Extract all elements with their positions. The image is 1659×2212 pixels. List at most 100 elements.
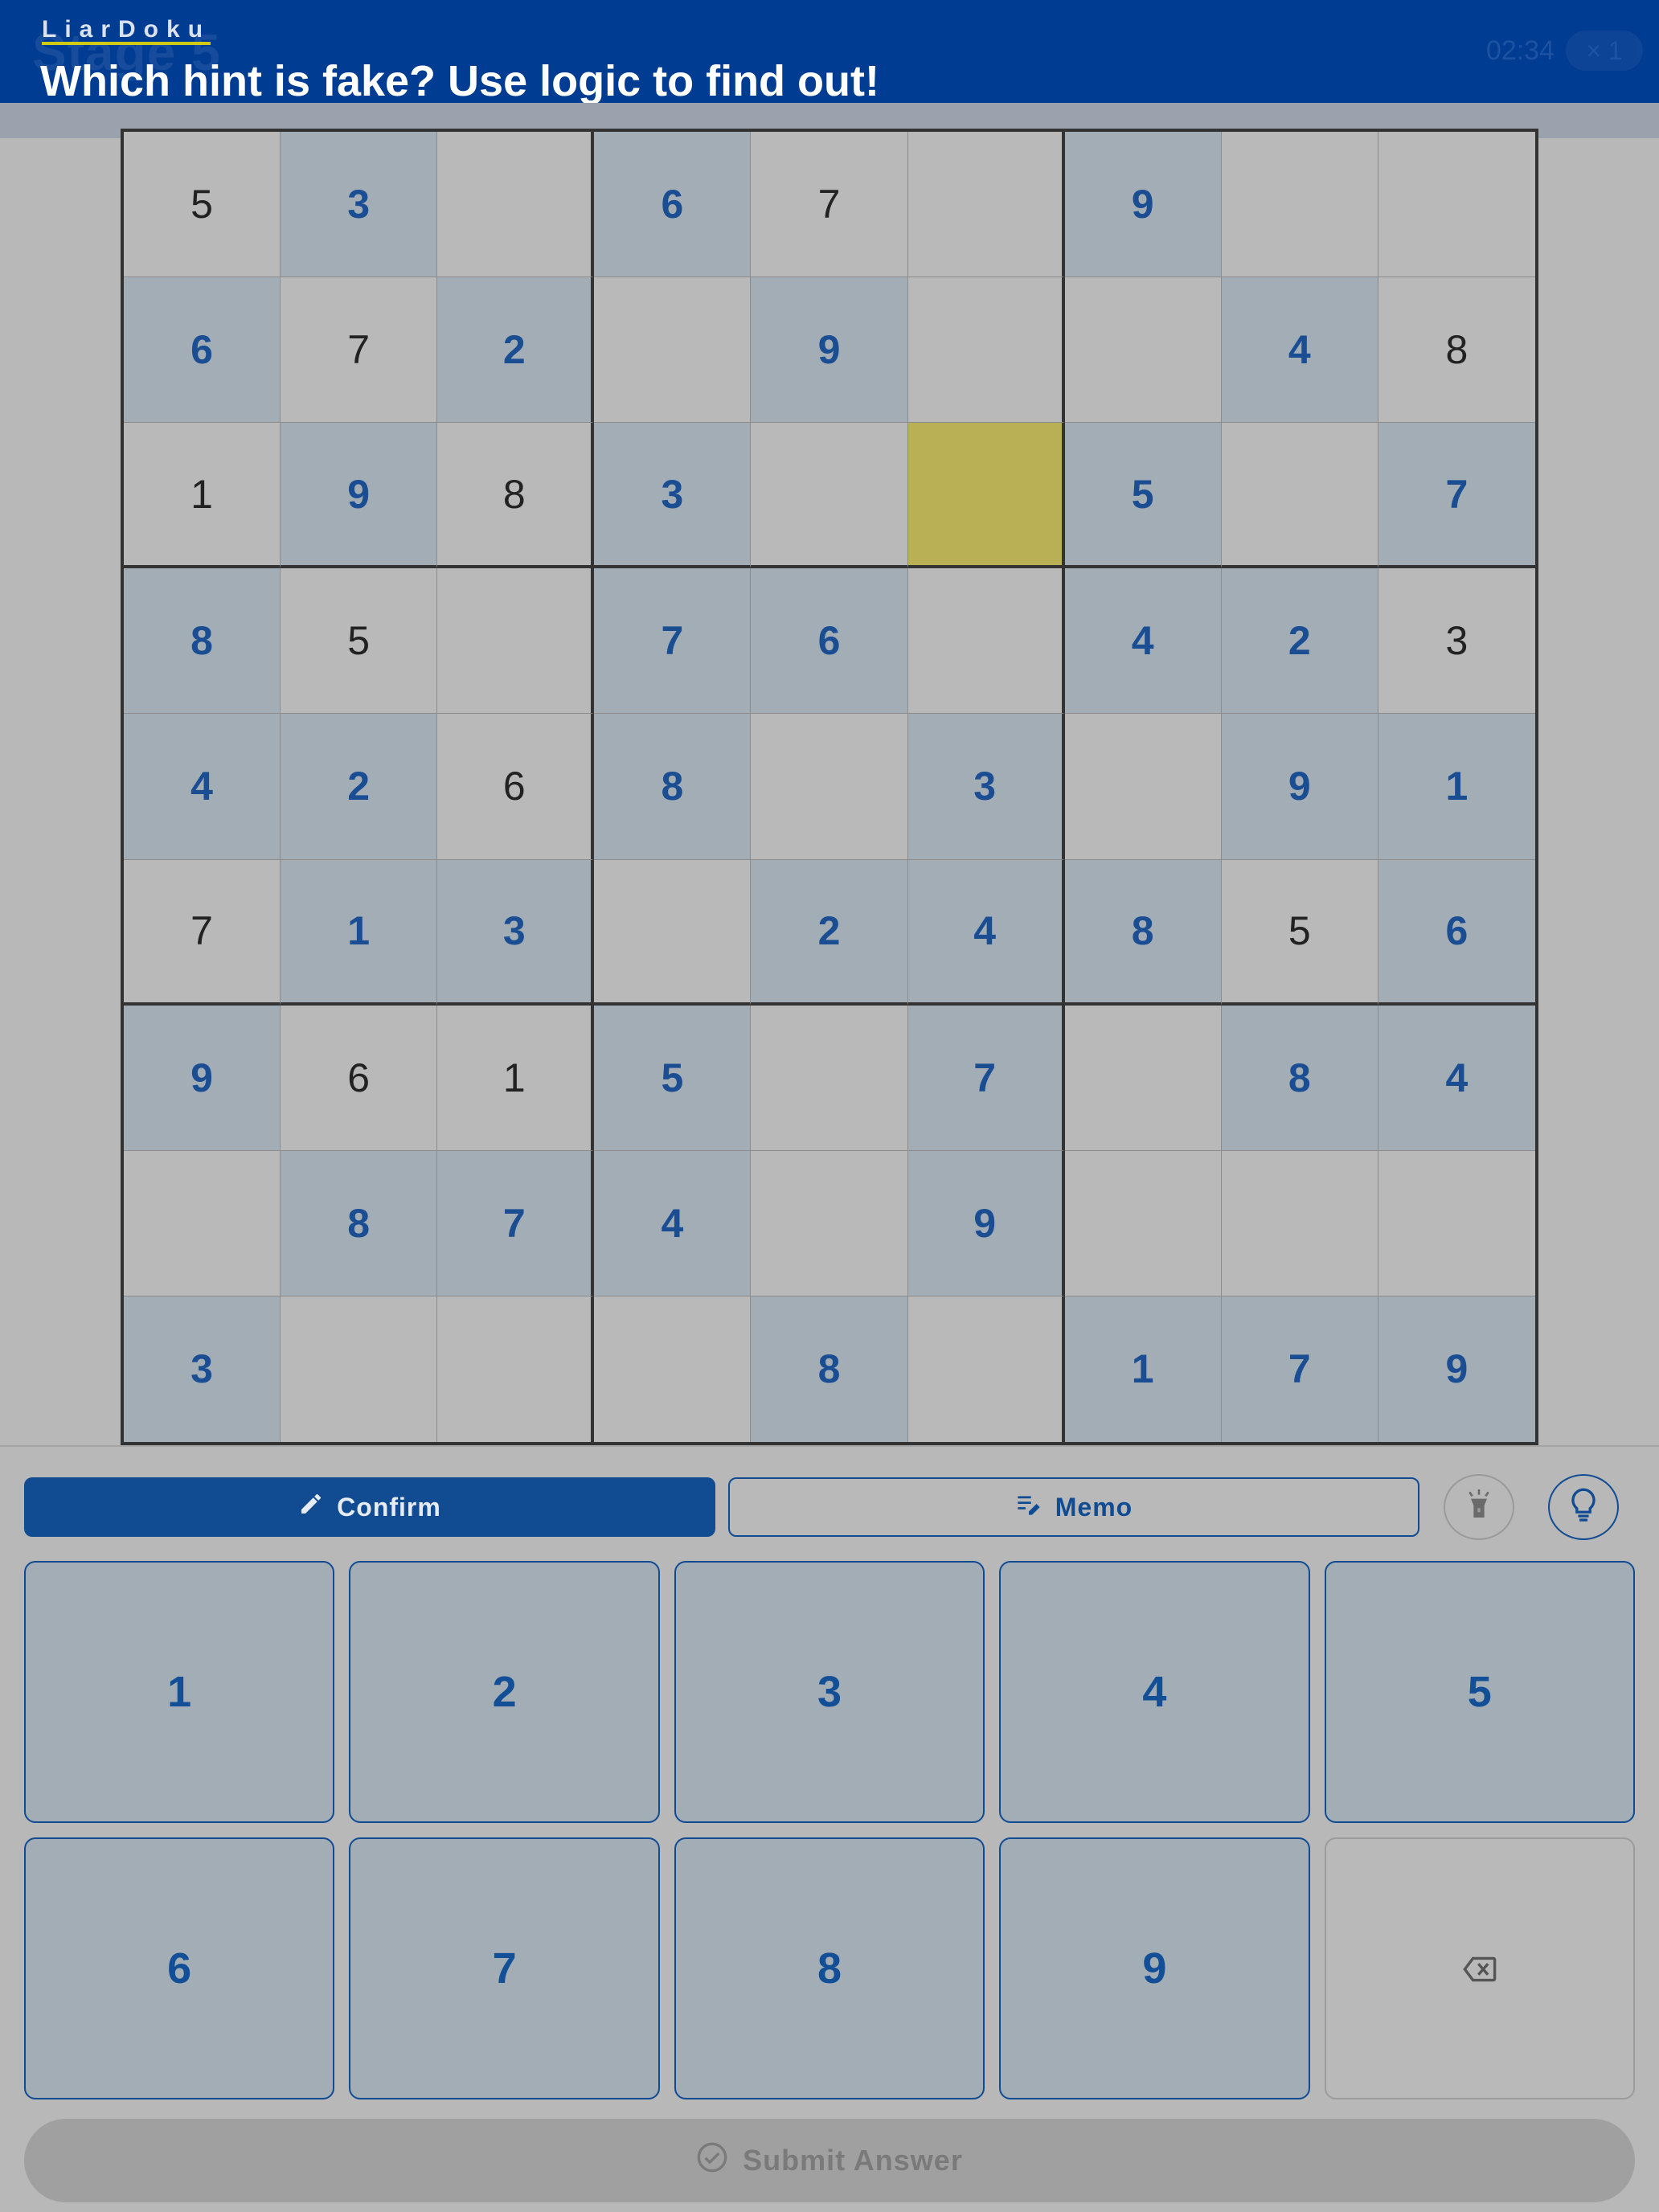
number-keypad: 12345 6789	[24, 1561, 1635, 2099]
sudoku-cell-r2c2[interactable]: 7	[281, 277, 438, 424]
sudoku-cell-r1c9[interactable]	[1378, 132, 1535, 278]
keypad-button-5[interactable]: 5	[1324, 1561, 1635, 1823]
sudoku-cell-r7c3[interactable]: 1	[437, 1005, 595, 1151]
sudoku-cell-r5c2[interactable]: 2	[281, 714, 438, 860]
sudoku-cell-r2c8[interactable]: 4	[1221, 277, 1378, 424]
erase-button[interactable]	[1324, 1837, 1635, 2099]
sudoku-cell-r6c8[interactable]: 5	[1221, 859, 1378, 1006]
sudoku-cell-r6c3[interactable]: 3	[437, 859, 595, 1006]
sudoku-cell-r6c4[interactable]	[594, 859, 752, 1006]
keypad-button-6[interactable]: 6	[24, 1837, 335, 2099]
sudoku-cell-r6c7[interactable]: 8	[1064, 859, 1222, 1006]
sudoku-cell-r9c8[interactable]: 7	[1221, 1296, 1378, 1442]
sudoku-cell-r4c6[interactable]	[907, 568, 1065, 715]
sudoku-cell-r4c1[interactable]: 8	[124, 568, 281, 715]
keypad-button-9[interactable]: 9	[999, 1837, 1310, 2099]
sudoku-cell-r5c3[interactable]: 6	[437, 714, 595, 860]
sudoku-cell-r4c8[interactable]: 2	[1221, 568, 1378, 715]
sudoku-cell-r6c1[interactable]: 7	[124, 859, 281, 1006]
flashlight-button[interactable]	[1444, 1474, 1514, 1540]
sudoku-cell-r4c7[interactable]: 4	[1064, 568, 1222, 715]
sudoku-cell-r3c5[interactable]	[751, 423, 908, 569]
keypad-button-7[interactable]: 7	[349, 1837, 660, 2099]
sudoku-cell-r3c2[interactable]: 9	[281, 423, 438, 569]
sudoku-cell-r4c4[interactable]: 7	[594, 568, 752, 715]
sudoku-cell-r9c6[interactable]	[907, 1296, 1065, 1442]
sudoku-cell-r3c8[interactable]	[1221, 423, 1378, 569]
sudoku-cell-r9c4[interactable]	[594, 1296, 752, 1442]
sudoku-cell-r6c9[interactable]: 6	[1378, 859, 1535, 1006]
sudoku-cell-r7c7[interactable]	[1064, 1005, 1222, 1151]
sudoku-cell-r7c2[interactable]: 6	[281, 1005, 438, 1151]
sudoku-cell-r3c6[interactable]	[907, 423, 1065, 569]
sudoku-cell-r3c9[interactable]: 7	[1378, 423, 1535, 569]
sudoku-cell-r9c5[interactable]: 8	[751, 1296, 908, 1442]
sudoku-cell-r7c4[interactable]: 5	[594, 1005, 752, 1151]
sudoku-cell-r5c8[interactable]: 9	[1221, 714, 1378, 860]
sudoku-cell-r1c8[interactable]	[1221, 132, 1378, 278]
sudoku-cell-r8c4[interactable]: 4	[594, 1150, 752, 1296]
sudoku-cell-r1c7[interactable]: 9	[1064, 132, 1222, 278]
sudoku-cell-r4c2[interactable]: 5	[281, 568, 438, 715]
sudoku-cell-r2c6[interactable]	[907, 277, 1065, 424]
memo-mode-button[interactable]: Memo	[728, 1477, 1419, 1537]
sudoku-cell-r1c6[interactable]	[907, 132, 1065, 278]
sudoku-cell-r8c5[interactable]	[751, 1150, 908, 1296]
sudoku-cell-r7c5[interactable]	[751, 1005, 908, 1151]
sudoku-cell-r5c7[interactable]	[1064, 714, 1222, 860]
divider	[0, 1445, 1659, 1447]
sudoku-cell-r5c1[interactable]: 4	[124, 714, 281, 860]
submit-label: Submit Answer	[743, 2144, 963, 2177]
sudoku-cell-r3c1[interactable]: 1	[124, 423, 281, 569]
sudoku-cell-r6c2[interactable]: 1	[281, 859, 438, 1006]
sudoku-cell-r7c8[interactable]: 8	[1221, 1005, 1378, 1151]
sudoku-cell-r9c2[interactable]	[281, 1296, 438, 1442]
sudoku-cell-r9c7[interactable]: 1	[1064, 1296, 1222, 1442]
sudoku-cell-r2c7[interactable]	[1064, 277, 1222, 424]
sudoku-cell-r4c5[interactable]: 6	[751, 568, 908, 715]
sudoku-cell-r7c6[interactable]: 7	[907, 1005, 1065, 1151]
sudoku-cell-r1c4[interactable]: 6	[594, 132, 752, 278]
confirm-mode-button[interactable]: Confirm	[24, 1477, 715, 1537]
sudoku-cell-r1c3[interactable]	[437, 132, 595, 278]
sudoku-cell-r1c5[interactable]: 7	[751, 132, 908, 278]
keypad-button-2[interactable]: 2	[349, 1561, 660, 1823]
sudoku-cell-r4c3[interactable]	[437, 568, 595, 715]
sudoku-cell-r7c1[interactable]: 9	[124, 1005, 281, 1151]
keypad-button-8[interactable]: 8	[674, 1837, 985, 2099]
sudoku-cell-r9c9[interactable]: 9	[1378, 1296, 1535, 1442]
sudoku-cell-r8c3[interactable]: 7	[437, 1150, 595, 1296]
sudoku-cell-r2c5[interactable]: 9	[751, 277, 908, 424]
sudoku-cell-r5c6[interactable]: 3	[907, 714, 1065, 860]
sudoku-cell-r1c2[interactable]: 3	[281, 132, 438, 278]
sudoku-cell-r8c2[interactable]: 8	[281, 1150, 438, 1296]
sudoku-cell-r8c9[interactable]	[1378, 1150, 1535, 1296]
keypad-button-1[interactable]: 1	[24, 1561, 335, 1823]
sudoku-cell-r8c8[interactable]	[1221, 1150, 1378, 1296]
sudoku-cell-r3c3[interactable]: 8	[437, 423, 595, 569]
sudoku-cell-r8c7[interactable]	[1064, 1150, 1222, 1296]
sudoku-cell-r2c4[interactable]	[594, 277, 752, 424]
hint-button[interactable]	[1548, 1474, 1619, 1540]
keypad-button-3[interactable]: 3	[674, 1561, 985, 1823]
sudoku-cell-r7c9[interactable]: 4	[1378, 1005, 1535, 1151]
sudoku-cell-r1c1[interactable]: 5	[124, 132, 281, 278]
sudoku-cell-r2c3[interactable]: 2	[437, 277, 595, 424]
submit-answer-button[interactable]: Submit Answer	[24, 2119, 1635, 2202]
sudoku-cell-r5c5[interactable]	[751, 714, 908, 860]
sudoku-cell-r6c5[interactable]: 2	[751, 859, 908, 1006]
sudoku-cell-r2c9[interactable]: 8	[1378, 277, 1535, 424]
sudoku-cell-r9c1[interactable]: 3	[124, 1296, 281, 1442]
sudoku-cell-r6c6[interactable]: 4	[907, 859, 1065, 1006]
keypad-button-4[interactable]: 4	[999, 1561, 1310, 1823]
sudoku-cell-r8c1[interactable]	[124, 1150, 281, 1296]
sudoku-cell-r5c4[interactable]: 8	[594, 714, 752, 860]
sudoku-cell-r4c9[interactable]: 3	[1378, 568, 1535, 715]
sudoku-cell-r3c4[interactable]: 3	[594, 423, 752, 569]
sudoku-cell-r5c9[interactable]: 1	[1378, 714, 1535, 860]
sudoku-cell-r2c1[interactable]: 6	[124, 277, 281, 424]
sudoku-cell-r9c3[interactable]	[437, 1296, 595, 1442]
sudoku-cell-r8c6[interactable]: 9	[907, 1150, 1065, 1296]
sudoku-cell-r3c7[interactable]: 5	[1064, 423, 1222, 569]
brand-logo-text: LiarDoku	[42, 16, 211, 43]
